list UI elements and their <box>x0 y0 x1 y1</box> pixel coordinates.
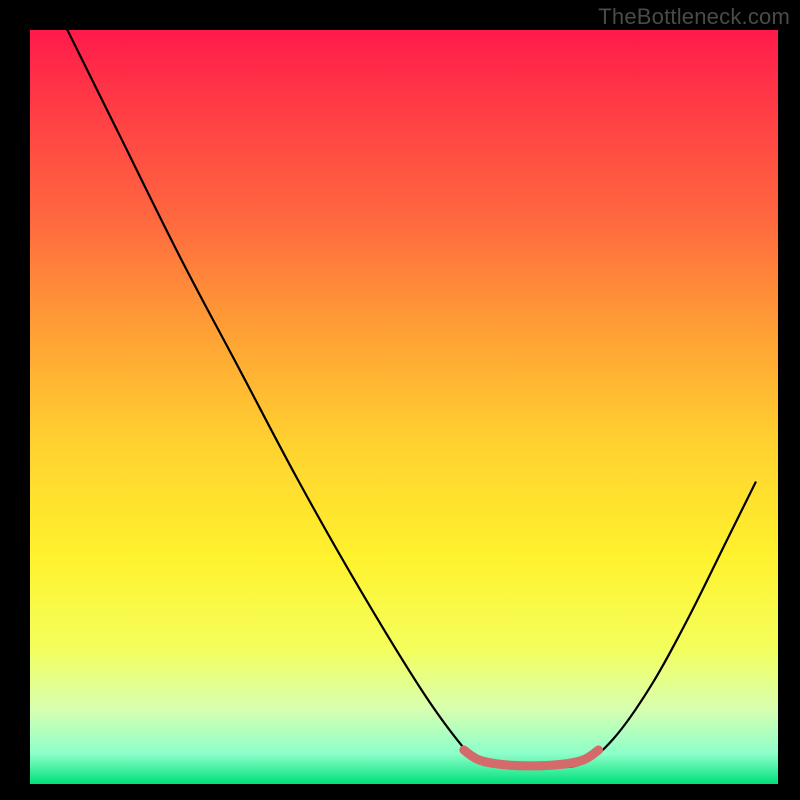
chart-svg <box>0 0 800 800</box>
chart-stage <box>0 0 800 800</box>
chart-container: TheBottleneck.com <box>0 0 800 800</box>
gradient-background <box>30 30 778 784</box>
watermark-text: TheBottleneck.com <box>598 4 790 30</box>
